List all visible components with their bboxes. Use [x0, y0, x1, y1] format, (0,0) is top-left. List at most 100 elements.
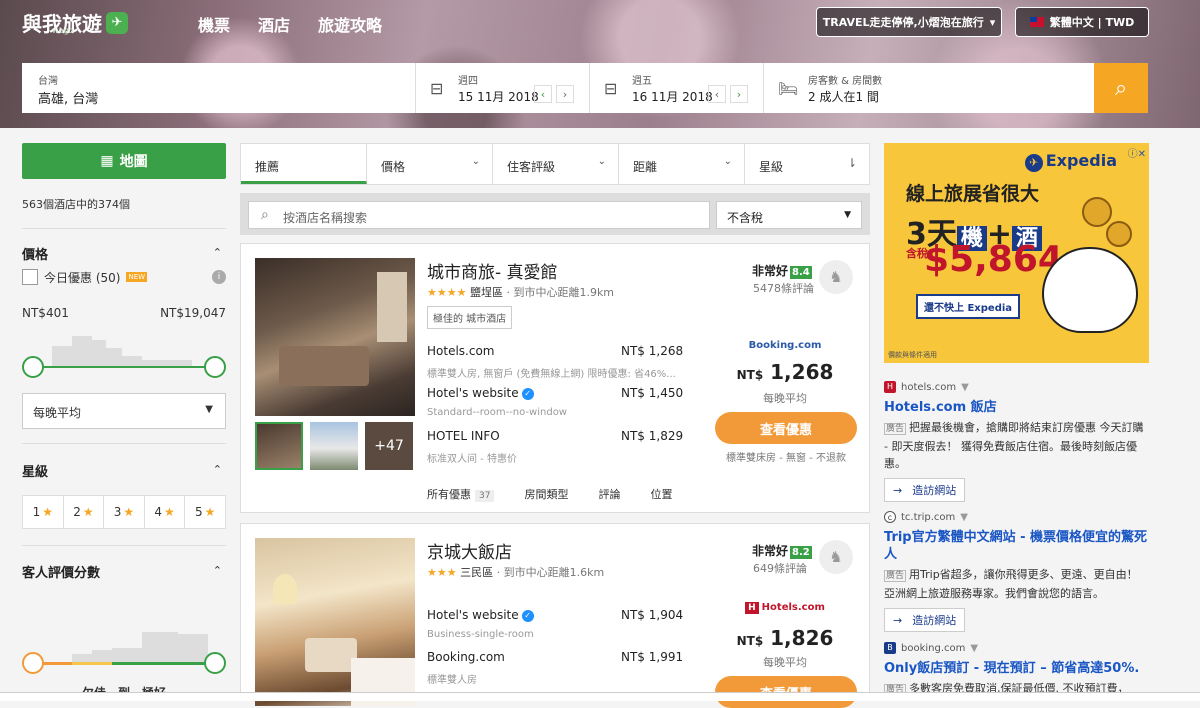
star-section-header[interactable]: 星級 ⌃: [22, 461, 226, 481]
guests-field[interactable]: 🛏 房客數 & 房間數 2 成人在1 間: [764, 63, 1094, 113]
review-score-slider[interactable]: [22, 628, 226, 676]
checkin-field[interactable]: ⊟ 週四 15 11月 2018 ‹ ›: [416, 63, 590, 113]
star-5-button[interactable]: 5 ★: [185, 496, 225, 528]
checkin-day: 週四: [458, 76, 478, 87]
star-4-button[interactable]: 4 ★: [145, 496, 186, 528]
visit-site-button[interactable]: → 造訪網站: [884, 478, 966, 502]
visit-site-button[interactable]: → 造訪網站: [884, 608, 966, 632]
shortlist-icon[interactable]: ♞: [819, 540, 853, 574]
search-button[interactable]: ⌕: [1094, 63, 1148, 113]
hotel-card: +47 城市商旅- 真愛館 ★★★★ 鹽埕區 · 到市中心距離1.9km 極佳的…: [240, 243, 870, 513]
hotel-location: ★★★★ 鹽埕區 · 到市中心距離1.9km: [427, 284, 614, 300]
destination-country: 台灣: [38, 76, 58, 87]
star-3-button[interactable]: 3 ★: [104, 496, 145, 528]
provider-price[interactable]: NT$ 1,450: [621, 386, 683, 400]
expedia-ad-banner[interactable]: ⓘ✕ ✈Expedia 線上旅展省很大 3天機+酒 含稅 $5,864起 還不快…: [884, 143, 1149, 363]
price-section-header[interactable]: 價格 ⌃: [22, 244, 226, 264]
ad-description: 廣告 把握最後機會，搶購即將結束訂房優惠 今天訂購 - 即天度假去！ 獲得免費飯店…: [884, 419, 1149, 472]
rating-label: 非常好: [752, 264, 789, 278]
ad-close-icon[interactable]: ⓘ✕: [1128, 145, 1146, 160]
price-mode-select[interactable]: 每晚平均 ▼: [22, 393, 226, 429]
provider-name[interactable]: Hotels.com: [427, 344, 494, 358]
provider-price[interactable]: NT$ 1,904: [621, 608, 683, 622]
view-deal-button[interactable]: 查看優惠: [715, 412, 857, 444]
provider-room: 标准双人间 - 特惠价: [427, 454, 517, 465]
ad-title[interactable]: Trip官方繁體中文網站 - 機票價格便宜的驚死人: [884, 529, 1149, 563]
tab-location[interactable]: 位置: [650, 486, 672, 502]
more-photos-button[interactable]: +47: [365, 422, 413, 470]
booking-favicon-icon: B: [884, 642, 896, 654]
rating-score: 8.4: [790, 266, 812, 279]
star-1-label: 1: [32, 505, 41, 519]
map-button[interactable]: ▦ 地圖: [22, 143, 226, 179]
star-1-button[interactable]: 1 ★: [23, 496, 64, 528]
ad-tag: 廣告: [884, 423, 907, 435]
provider-name-row[interactable]: Hotel's website ✓: [427, 608, 534, 622]
tax-select[interactable]: 不含稅 ▼: [716, 201, 862, 229]
todays-deals-filter[interactable]: 今日優惠 (50) NEW i: [22, 267, 226, 287]
review-count[interactable]: 649條評論: [753, 560, 807, 576]
shortlist-icon[interactable]: ♞: [819, 260, 853, 294]
info-icon[interactable]: i: [212, 270, 226, 284]
review-max-handle[interactable]: [204, 652, 226, 674]
chevron-down-icon: ⌄: [597, 156, 606, 167]
hotel-thumbnail[interactable]: [310, 422, 358, 470]
deals-checkbox[interactable]: [22, 269, 38, 285]
trip-favicon-icon: c: [884, 511, 896, 523]
provider-price[interactable]: NT$ 1,991: [621, 650, 683, 664]
hotel-card: 京城大飯店 ★★★ 三民區 · 到市中心距離1.6km Hotel's webs…: [240, 523, 870, 708]
ad-host: booking.com: [901, 642, 966, 654]
tab-all-deals[interactable]: 所有優惠 37: [427, 486, 495, 502]
checkout-field[interactable]: ⊟ 週五 16 11月 2018 ‹ ›: [590, 63, 764, 113]
bed-icon: 🛏: [778, 79, 799, 98]
hotel-photo[interactable]: [255, 258, 415, 416]
provider-name[interactable]: HOTEL INFO: [427, 429, 500, 443]
account-menu-button[interactable]: TRAVEL走走停停,小熠泡在旅行 ▾: [816, 7, 1002, 37]
sort-tab-rating[interactable]: 住客評級 ⌄: [493, 144, 619, 184]
review-count[interactable]: 5478條評論: [753, 280, 814, 296]
provider-price[interactable]: NT$ 1,829: [621, 429, 683, 443]
checkout-next-button[interactable]: ›: [730, 85, 748, 103]
tab-room-types[interactable]: 房間類型: [524, 486, 568, 502]
ad-brand-name: Expedia: [1045, 151, 1117, 170]
coin-icon: [1106, 221, 1132, 247]
sort-tab-distance[interactable]: 距離 ⌄: [619, 144, 745, 184]
hotel-stars: ★★★: [427, 566, 457, 579]
sort-tab-price[interactable]: 價格 ⌄: [367, 144, 493, 184]
arrow-right-icon: →: [893, 483, 903, 497]
language-currency-button[interactable]: 繁體中文 | TWD: [1015, 7, 1149, 37]
checkin-prev-button[interactable]: ‹: [534, 85, 552, 103]
price-min-handle[interactable]: [22, 356, 44, 378]
hotel-name[interactable]: 京城大飯店: [427, 538, 512, 563]
nav-guides[interactable]: 旅遊攻略: [318, 12, 382, 36]
checkin-next-button[interactable]: ›: [556, 85, 574, 103]
star-2-button[interactable]: 2 ★: [64, 496, 105, 528]
ad-title[interactable]: Only飯店預訂 - 現在預訂 – 節省高達50%.: [884, 660, 1149, 677]
review-min-handle[interactable]: [22, 652, 44, 674]
ad-host-row: Bbooking.com ▼: [884, 642, 1149, 654]
provider-price[interactable]: NT$ 1,268: [621, 344, 683, 358]
nav-hotels[interactable]: 酒店: [258, 12, 290, 36]
provider-name[interactable]: Booking.com: [427, 650, 505, 664]
search-icon: ⌕: [261, 207, 269, 223]
sort-tab-stars[interactable]: 星級 ⇂: [745, 144, 869, 184]
logo[interactable]: 與我旅遊 ✈: [22, 8, 128, 37]
provider-name-row[interactable]: Hotel's website ✓: [427, 386, 534, 400]
hotel-name-search-input[interactable]: ⌕ 按酒店名稱搜索: [248, 201, 710, 229]
tab-reviews[interactable]: 評論: [598, 486, 620, 502]
price-max-handle[interactable]: [204, 356, 226, 378]
hotel-thumbnail[interactable]: [255, 422, 303, 470]
arrow-right-icon: →: [893, 613, 903, 627]
price-histogram-slider[interactable]: [22, 332, 226, 378]
star-icon: ★: [204, 505, 216, 519]
verified-icon: ✓: [521, 609, 534, 622]
nav-flights[interactable]: 機票: [198, 12, 230, 36]
destination-field[interactable]: 台灣 高雄, 台灣: [22, 63, 416, 113]
hotel-photo[interactable]: [255, 538, 415, 706]
checkout-prev-button[interactable]: ‹: [708, 85, 726, 103]
hotel-name[interactable]: 城市商旅- 真愛館: [427, 258, 558, 283]
ad-desc-text: 用Trip省超多，讓你飛得更多、更遠、更自由！ 亞洲網上旅遊服務專家。我們會說您…: [884, 568, 1138, 600]
ad-title[interactable]: Hotels.com 飯店: [884, 399, 1149, 416]
sort-tab-recommended[interactable]: 推薦: [241, 144, 367, 184]
review-section-header[interactable]: 客人評價分數 ⌃: [22, 562, 226, 582]
